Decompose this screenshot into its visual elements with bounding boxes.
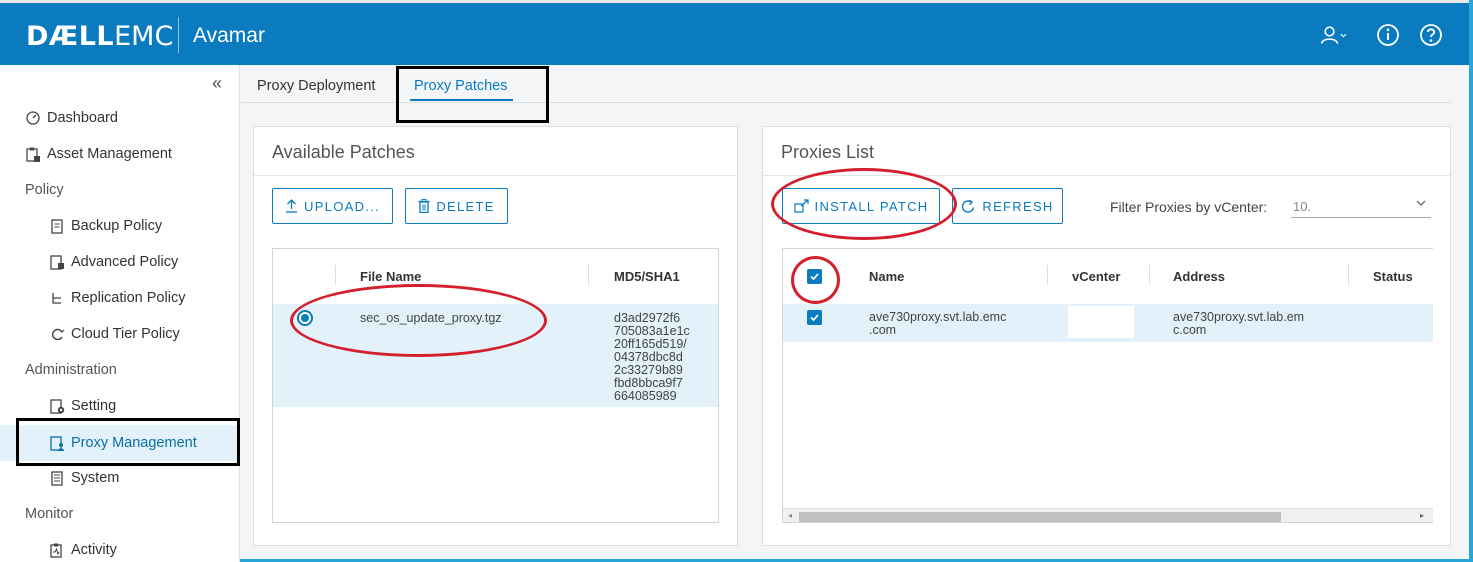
annotation-box-proxy-patches-tab [396, 66, 549, 123]
sidebar-item-label: System [71, 470, 120, 486]
annotation-circle-select-all [791, 256, 840, 304]
horizontal-scrollbar[interactable]: ◂ ▸ [783, 508, 1433, 522]
logo-divider [178, 17, 179, 53]
help-icon[interactable] [1418, 22, 1444, 48]
sidebar-item-label: Advanced Policy [71, 254, 179, 270]
sidebar-section-monitor: Monitor [25, 506, 74, 522]
sidebar-item-label: Asset Management [47, 146, 172, 162]
divider [254, 175, 737, 176]
proxies-grid: Name vCenter Address Status ave730proxy.… [782, 248, 1433, 523]
sidebar-item-label: Cloud Tier Policy [71, 326, 180, 342]
cloud-tier-icon [49, 326, 65, 342]
column-header-vcenter[interactable]: vCenter [1072, 269, 1120, 284]
refresh-button[interactable]: REFRESH [952, 188, 1063, 224]
replication-icon [49, 290, 65, 306]
upload-icon [285, 199, 298, 213]
dell-emc-logo: DÆLLEMC [26, 21, 174, 52]
sidebar-section-administration: Administration [25, 362, 117, 378]
policy-document-icon [49, 218, 65, 234]
panel-title: Proxies List [781, 142, 875, 162]
md5-cell: d3ad2972f6 705083a1e1c 20ff165d519/ 0437… [614, 311, 690, 403]
sidebar: « Dashboard Asset Management Policy Back… [0, 65, 240, 562]
address-cell: ave730proxy.svt.lab.em c.com [1173, 310, 1305, 337]
row-checkbox[interactable] [807, 310, 822, 325]
chevron-down-icon [1415, 197, 1427, 212]
sidebar-item-cloud-tier-policy[interactable]: Cloud Tier Policy [49, 326, 180, 342]
column-separator [1047, 265, 1048, 285]
column-header-md5[interactable]: MD5/SHA1 [614, 269, 680, 284]
advanced-policy-icon [49, 254, 65, 270]
proxy-name-cell: ave730proxy.svt.lab.emc .com [869, 310, 1007, 337]
collapse-sidebar-button[interactable]: « [212, 73, 222, 94]
annotation-box-proxy-management [16, 418, 240, 466]
sidebar-item-label: Backup Policy [71, 218, 163, 234]
sidebar-item-label: Activity [71, 542, 117, 558]
vcenter-filter-select[interactable]: 10. [1291, 194, 1431, 218]
column-separator [1149, 265, 1150, 285]
panel-title: Available Patches [272, 142, 415, 162]
scrollbar-thumb[interactable] [799, 512, 1281, 522]
upload-button[interactable]: UPLOAD... [272, 188, 393, 224]
activity-icon [49, 542, 65, 558]
sidebar-section-policy: Policy [25, 182, 64, 198]
column-separator [1348, 265, 1349, 285]
filter-vcenter-label: Filter Proxies by vCenter: [1110, 199, 1268, 215]
user-icon[interactable] [1320, 22, 1346, 48]
sidebar-item-label: Setting [71, 398, 117, 414]
sidebar-item-replication-policy[interactable]: Replication Policy [49, 290, 185, 306]
refresh-icon [961, 198, 976, 214]
delete-button[interactable]: DELETE [405, 188, 508, 224]
column-header-address[interactable]: Address [1173, 269, 1225, 284]
column-header-name[interactable]: Name [869, 269, 904, 284]
sidebar-item-advanced-policy[interactable]: Advanced Policy [49, 254, 178, 270]
system-icon [49, 470, 65, 486]
sidebar-item-setting[interactable]: Setting [49, 398, 116, 414]
scroll-right-icon[interactable]: ▸ [1420, 511, 1424, 520]
annotation-circle-install-patch [771, 168, 957, 240]
sidebar-item-system[interactable]: System [49, 470, 119, 486]
dashboard-icon [25, 110, 41, 126]
select-value: 10. [1293, 199, 1312, 214]
asset-icon [25, 146, 41, 162]
sidebar-item-label: Dashboard [47, 110, 118, 126]
sidebar-item-label: Replication Policy [71, 290, 186, 306]
sidebar-item-asset-management[interactable]: Asset Management [25, 146, 172, 162]
top-bar: DÆLLEMC Avamar [0, 0, 1469, 65]
sidebar-item-backup-policy[interactable]: Backup Policy [49, 218, 162, 234]
table-row[interactable]: ave730proxy.svt.lab.emc .com ave730proxy… [783, 304, 1433, 342]
sidebar-item-dashboard[interactable]: Dashboard [25, 110, 118, 126]
setting-icon [49, 398, 65, 414]
column-header-file-name[interactable]: File Name [360, 269, 421, 284]
vcenter-cell [1068, 306, 1134, 338]
scroll-left-icon[interactable]: ◂ [788, 511, 792, 520]
column-separator [335, 265, 336, 285]
patches-grid: File Name MD5/SHA1 sec_os_update_proxy.t… [272, 248, 719, 523]
sidebar-item-activity[interactable]: Activity [49, 542, 117, 558]
app-name: Avamar [193, 24, 265, 47]
annotation-circle-file-name [290, 284, 547, 357]
info-icon[interactable] [1375, 22, 1401, 48]
tab-proxy-deployment[interactable]: Proxy Deployment [257, 78, 375, 94]
column-separator [588, 265, 589, 285]
trash-icon [418, 199, 430, 213]
column-header-status[interactable]: Status [1373, 269, 1413, 284]
